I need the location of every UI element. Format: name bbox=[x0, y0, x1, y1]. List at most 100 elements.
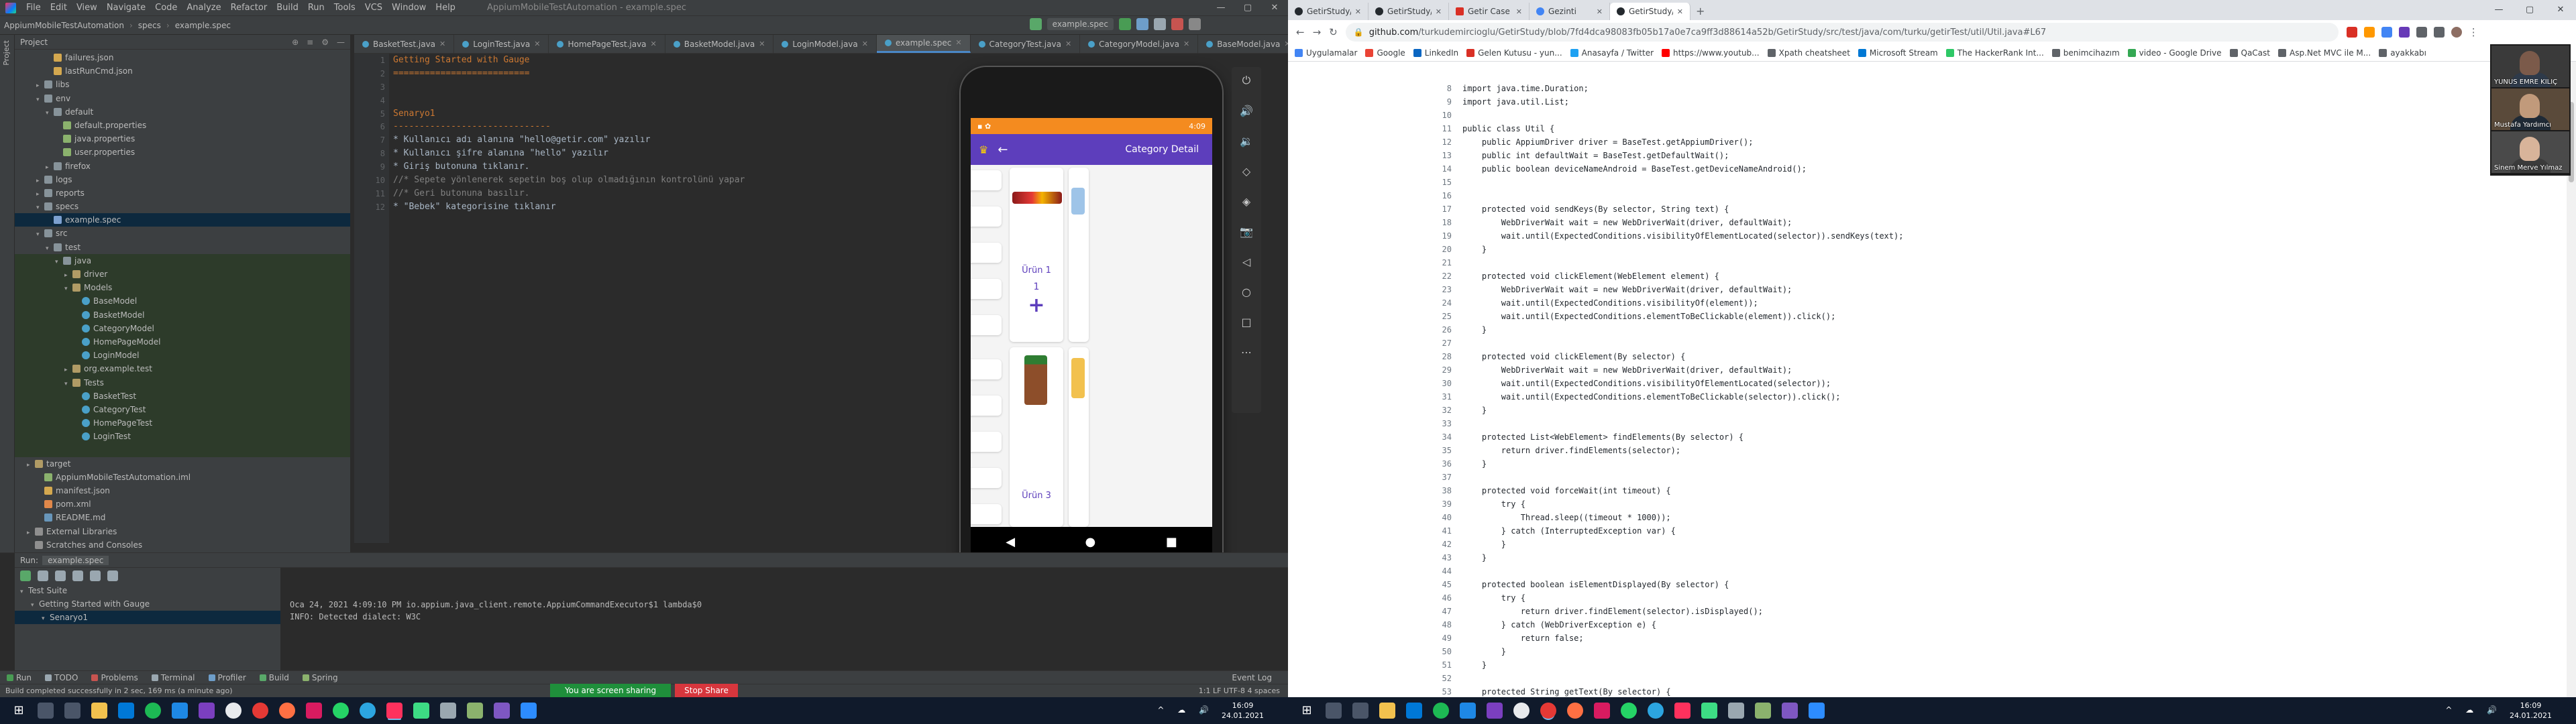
line-number[interactable]: 32 bbox=[1426, 404, 1462, 417]
coverage-icon[interactable] bbox=[1154, 18, 1166, 30]
maximize-icon[interactable]: ▢ bbox=[2514, 0, 2545, 20]
category-card[interactable] bbox=[971, 206, 1002, 227]
emulator-icon[interactable] bbox=[1755, 703, 1771, 719]
file-explorer-icon[interactable] bbox=[1379, 703, 1395, 719]
project-tree-item[interactable]: BasketModel bbox=[15, 308, 350, 322]
expand-arrow-icon[interactable]: ▸ bbox=[27, 459, 35, 472]
expand-arrow-icon[interactable]: ▾ bbox=[46, 107, 54, 120]
bookmark-item[interactable]: QaCast bbox=[2229, 48, 2270, 58]
stop-icon[interactable] bbox=[1171, 18, 1183, 30]
line-number[interactable]: 50 bbox=[1426, 645, 1462, 658]
expand-arrow-icon[interactable]: ▸ bbox=[64, 363, 72, 377]
expand-arrow-icon[interactable]: ▾ bbox=[42, 612, 50, 625]
windows-start-icon[interactable]: ⊞ bbox=[1299, 703, 1315, 719]
project-tree-item[interactable]: ▾ env bbox=[15, 92, 350, 105]
bookmark-item[interactable]: https://www.youtub... bbox=[1662, 48, 1760, 58]
project-tree-item[interactable]: ▾ test bbox=[15, 241, 350, 254]
tool-tab-run[interactable]: Run bbox=[0, 673, 38, 682]
rotate-left-icon[interactable]: ◇ bbox=[1242, 165, 1250, 178]
extension-icon[interactable] bbox=[2346, 27, 2357, 38]
editor-tab[interactable]: CategoryModel.java ✕ bbox=[1080, 35, 1199, 53]
settings-gear-icon[interactable]: ⚙ bbox=[321, 38, 329, 47]
address-bar[interactable]: 🔒 github.com /turkudemircioglu/GetirStud… bbox=[1345, 23, 2339, 42]
file-explorer-icon[interactable] bbox=[91, 703, 107, 719]
puzzle-icon[interactable] bbox=[2433, 27, 2445, 38]
category-card[interactable] bbox=[971, 504, 1002, 524]
breadcrumb-file[interactable]: example.spec bbox=[171, 21, 235, 30]
telegram-icon[interactable] bbox=[1648, 703, 1664, 719]
spotify-icon[interactable] bbox=[1433, 703, 1449, 719]
product-card-partial[interactable] bbox=[1069, 347, 1089, 527]
editor-tab[interactable]: LoginModel.java ✕ bbox=[773, 35, 877, 53]
minimize-icon[interactable]: — bbox=[2483, 0, 2514, 20]
chrome-icon[interactable] bbox=[252, 703, 268, 719]
participant-video-tile[interactable]: YUNUS EMRE KILIÇ bbox=[2491, 46, 2569, 87]
run-console-output[interactable]: Oca 24, 2021 4:09:10 PM io.appium.java_c… bbox=[286, 568, 1288, 684]
extension-icon[interactable] bbox=[2416, 27, 2427, 38]
close-tab-icon[interactable]: ✕ bbox=[759, 35, 765, 53]
project-tree-item[interactable]: ▸ firefox bbox=[15, 160, 350, 173]
event-log-tab[interactable]: Event Log bbox=[1225, 673, 1279, 682]
project-tree-item[interactable]: default.properties bbox=[15, 119, 350, 132]
category-card[interactable] bbox=[971, 396, 1002, 416]
product-card-3[interactable]: Ürün 3 bbox=[1010, 347, 1063, 527]
zoom-icon[interactable] bbox=[1809, 703, 1825, 719]
line-number[interactable]: 31 bbox=[1426, 390, 1462, 404]
tool-tab-todo[interactable]: TODO bbox=[38, 673, 85, 682]
menu-code[interactable]: Code bbox=[150, 3, 182, 13]
zoom-icon[interactable] bbox=[521, 703, 537, 719]
reload-icon[interactable]: ↻ bbox=[1329, 26, 1338, 38]
line-number[interactable]: 14 bbox=[1426, 162, 1462, 176]
bookmark-item[interactable]: LinkedIn bbox=[1413, 48, 1458, 58]
back-icon[interactable]: ◁ bbox=[1242, 255, 1250, 268]
line-number[interactable]: 35 bbox=[1426, 444, 1462, 457]
bookmark-item[interactable]: ayakkabı bbox=[2379, 48, 2426, 58]
close-tab-icon[interactable]: ✕ bbox=[1436, 7, 1442, 16]
line-number[interactable]: 43 bbox=[1426, 551, 1462, 564]
menu-run[interactable]: Run bbox=[303, 3, 329, 13]
menu-file[interactable]: File bbox=[21, 3, 46, 13]
tool-tab-profiler[interactable]: Profiler bbox=[202, 673, 253, 682]
project-tree-item[interactable]: ▾ specs bbox=[15, 200, 350, 213]
chrome-icon[interactable] bbox=[1540, 703, 1556, 719]
close-tab-icon[interactable]: ✕ bbox=[534, 35, 540, 53]
expand-arrow-icon[interactable]: ▾ bbox=[64, 282, 72, 296]
search-everywhere-icon[interactable] bbox=[1189, 18, 1201, 30]
system-tray-icons[interactable]: ^ ☁ 🔊 bbox=[2445, 705, 2502, 715]
android-studio-icon[interactable] bbox=[1701, 703, 1717, 719]
close-tab-icon[interactable]: ✕ bbox=[651, 35, 657, 53]
line-number[interactable]: 12 bbox=[1426, 135, 1462, 149]
line-number[interactable]: 47 bbox=[1426, 605, 1462, 618]
run-tab[interactable]: example.spec bbox=[42, 555, 109, 565]
project-tree-item[interactable]: example.spec bbox=[15, 213, 350, 227]
source-code-listing[interactable]: 8 import java.time.Duration; 9 import java.… bbox=[1426, 82, 2426, 697]
bookmark-item[interactable]: The HackerRank Int... bbox=[1945, 48, 2044, 58]
menu-refactor[interactable]: Refactor bbox=[226, 3, 272, 13]
whatsapp-icon[interactable] bbox=[1621, 703, 1637, 719]
project-tree-item[interactable]: HomePageModel bbox=[15, 335, 350, 349]
extension-icon[interactable] bbox=[2363, 27, 2375, 38]
line-number[interactable]: 51 bbox=[1426, 658, 1462, 672]
notepad-icon[interactable] bbox=[440, 703, 456, 719]
app-icon[interactable] bbox=[494, 703, 510, 719]
line-number[interactable]: 21 bbox=[1426, 256, 1462, 269]
profile-avatar[interactable] bbox=[2451, 27, 2462, 38]
expand-arrow-icon[interactable]: ▾ bbox=[36, 201, 44, 215]
search-icon[interactable] bbox=[38, 703, 54, 719]
line-number[interactable]: 30 bbox=[1426, 377, 1462, 390]
participant-video-tile[interactable]: Mustafa Yardımcı bbox=[2491, 88, 2569, 130]
line-number[interactable]: 11 bbox=[1426, 122, 1462, 135]
line-number[interactable]: 45 bbox=[1426, 578, 1462, 591]
expand-arrow-icon[interactable]: ▾ bbox=[36, 93, 44, 107]
hide-icon[interactable]: — bbox=[337, 38, 345, 47]
close-tab-icon[interactable]: ✕ bbox=[1677, 7, 1683, 16]
line-number[interactable]: 27 bbox=[1426, 337, 1462, 350]
nav-home-icon[interactable]: ● bbox=[1085, 535, 1096, 549]
line-number[interactable]: 36 bbox=[1426, 457, 1462, 471]
project-tree-item[interactable]: ▸ org.example.test bbox=[15, 362, 350, 377]
line-number[interactable]: 10 bbox=[1426, 109, 1462, 122]
volume-up-icon[interactable]: 🔊 bbox=[1240, 105, 1253, 117]
close-tab-icon[interactable]: ✕ bbox=[1065, 35, 1071, 53]
bookmark-item[interactable]: Anasayfa / Twitter bbox=[1570, 48, 1654, 58]
tool-tab-problems[interactable]: Problems bbox=[85, 673, 144, 682]
